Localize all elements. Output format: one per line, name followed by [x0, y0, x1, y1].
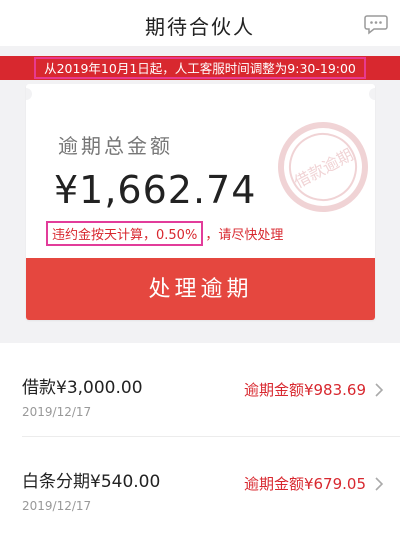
- overdue-total-label: 逾期总金额: [58, 134, 173, 158]
- loan-date: 2019/12/17: [22, 499, 92, 513]
- overdue-total-amount: ¥1,662.74: [54, 168, 257, 212]
- nav-bar: 期待合伙人: [0, 0, 400, 46]
- penalty-highlight: 违约金按天计算，0.50%: [46, 221, 204, 246]
- service-notice-banner: 从2019年10月1日起，人工客服时间调整为9:30-19:00: [0, 56, 400, 80]
- chevron-right-icon: [375, 383, 384, 397]
- loan-row[interactable]: 借款¥3,000.00 2019/12/17 逾期金额¥983.69: [0, 343, 400, 437]
- loan-list: 借款¥3,000.00 2019/12/17 逾期金额¥983.69 白条分期¥…: [0, 343, 400, 534]
- chevron-right-icon: [375, 477, 384, 491]
- loan-overdue-amount: 逾期金额¥679.05: [243, 475, 366, 493]
- loan-row[interactable]: 白条分期¥540.00 2019/12/17 逾期金额¥679.05: [0, 437, 400, 529]
- notice-text: 从2019年10月1日起，人工客服时间调整为9:30-19:00: [34, 57, 366, 79]
- loan-name: 借款¥3,000.00: [22, 378, 143, 398]
- stamp-text: 借款逾期: [291, 145, 356, 192]
- penalty-notice: 违约金按天计算，0.50% ，请尽快处理: [46, 221, 283, 246]
- loan-date: 2019/12/17: [22, 405, 92, 419]
- handle-overdue-button[interactable]: 处理逾期: [26, 258, 375, 320]
- chat-bubble-icon[interactable]: [364, 13, 388, 35]
- page-title: 期待合伙人: [145, 15, 255, 39]
- penalty-tail-text: ，请尽快处理: [205, 228, 284, 243]
- loan-name: 白条分期¥540.00: [22, 472, 161, 492]
- loan-overdue-amount: 逾期金额¥983.69: [243, 381, 366, 399]
- overdue-summary-card: 逾期总金额 ¥1,662.74 借款逾期 违约金按天计算，0.50% ，请尽快处理…: [26, 84, 375, 320]
- overdue-stamp-icon: 借款逾期: [278, 122, 368, 212]
